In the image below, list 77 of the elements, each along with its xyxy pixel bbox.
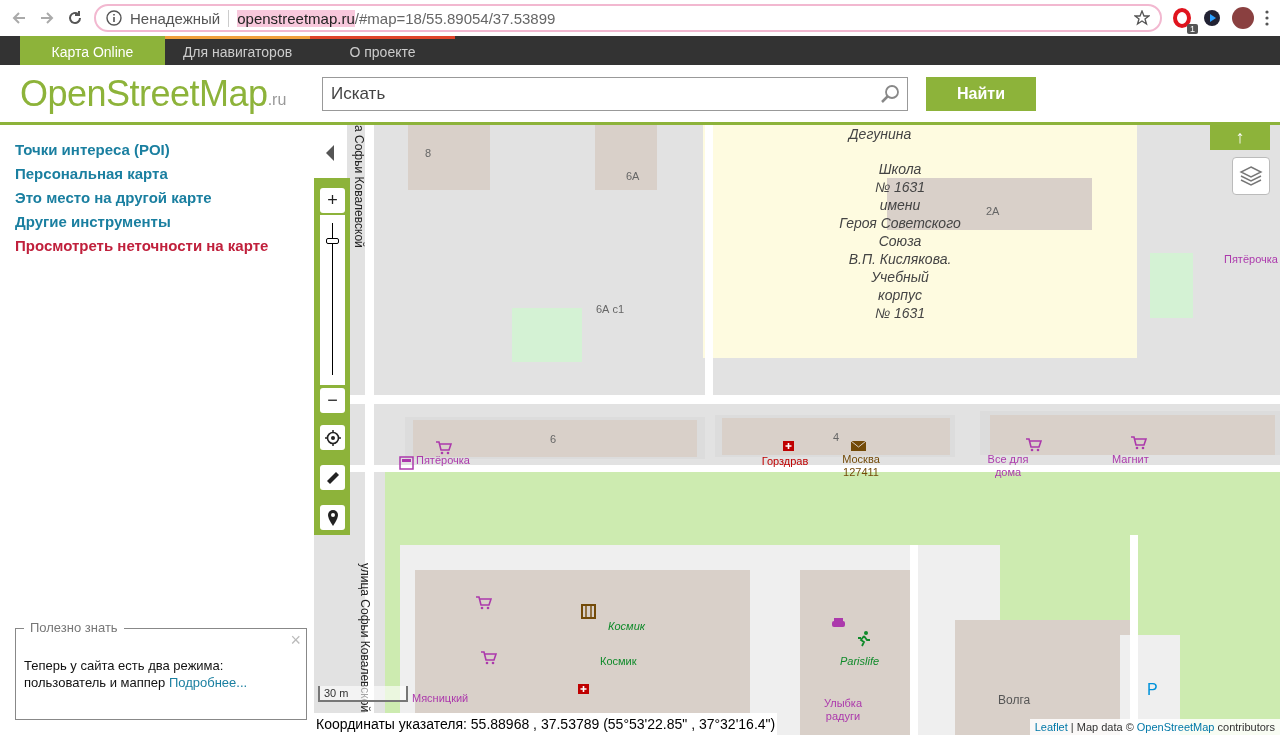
map-label: Волга bbox=[998, 694, 1031, 707]
north-button[interactable]: ↑ bbox=[1210, 125, 1270, 150]
map-label: Москва 127411 bbox=[841, 453, 881, 479]
url-text: openstreetmap.ru/#map=18/55.89054/37.53899 bbox=[237, 9, 556, 27]
shopping-cart-icon[interactable] bbox=[475, 595, 492, 612]
locate-button[interactable] bbox=[320, 425, 345, 450]
map-label: Горздрав bbox=[760, 455, 810, 468]
newspaper-icon[interactable] bbox=[398, 455, 415, 472]
layers-icon bbox=[1239, 165, 1263, 187]
shopping-cart-icon[interactable] bbox=[435, 440, 452, 457]
street-label: улица Софьи Ковалевской bbox=[358, 563, 371, 713]
more-link[interactable]: Подробнее... bbox=[168, 675, 248, 690]
marker-button[interactable] bbox=[320, 505, 345, 530]
house-number: 6А с1 bbox=[596, 303, 625, 316]
zoom-slider-thumb[interactable] bbox=[326, 237, 339, 244]
zoom-slider[interactable] bbox=[320, 215, 345, 385]
map-label: Все для дома bbox=[986, 453, 1030, 479]
sidebar-link[interactable]: Персональная карта bbox=[15, 165, 299, 182]
sidebar-link[interactable]: Просмотреть неточности на карте bbox=[15, 237, 299, 254]
shopping-cart-icon[interactable] bbox=[1025, 437, 1042, 454]
extension-icon[interactable] bbox=[1172, 8, 1192, 28]
house-number: 6А bbox=[626, 170, 640, 183]
sidebar-link[interactable]: Другие инструменты bbox=[15, 213, 299, 230]
pin-icon bbox=[326, 509, 339, 526]
street-label: а Софьи Ковалевской bbox=[352, 125, 365, 248]
crosshair-icon bbox=[324, 429, 341, 446]
info-icon[interactable] bbox=[106, 10, 122, 26]
map-label: Школа № 1631 имени Героя Советского Союза В.П. Кислякова. Учебный корпус № 1631 bbox=[838, 160, 962, 322]
reload-icon[interactable] bbox=[66, 9, 84, 27]
sidebar-link[interactable]: Это место на другой карте bbox=[15, 189, 299, 206]
pointer-coordinates: Координаты указателя: 55.88968 , 37.53789 (55°53'22.85" , 37°32'16.4") bbox=[314, 713, 778, 735]
nav-tab[interactable]: О проекте bbox=[310, 36, 455, 65]
building bbox=[595, 125, 657, 190]
sidebar-link[interactable]: Точки интереса (POI) bbox=[15, 141, 299, 158]
tip-text: Теперь у сайта есть два режима: пользователь и маппер Подробнее... bbox=[24, 657, 249, 691]
map-label: Магнит bbox=[1112, 453, 1149, 466]
search-field[interactable]: Искать bbox=[322, 76, 908, 111]
zoom-out-button[interactable]: − bbox=[320, 388, 345, 413]
map-label: Пятёрочка bbox=[1224, 253, 1278, 266]
logo-suffix: .ru bbox=[267, 90, 287, 109]
map-label: Пятёрочка bbox=[416, 454, 470, 467]
avatar[interactable] bbox=[1232, 7, 1254, 29]
nav-tab[interactable]: Для навигаторов bbox=[165, 36, 310, 65]
measure-button[interactable] bbox=[320, 465, 345, 490]
map-label: Дегунина bbox=[846, 125, 913, 143]
search-button[interactable]: Найти bbox=[926, 76, 1036, 111]
layers-button[interactable] bbox=[1232, 157, 1270, 195]
house-number: 8 bbox=[425, 147, 432, 160]
search-icon[interactable] bbox=[880, 83, 900, 104]
attribution: Leaflet | Map data © OpenStreetMap contributors bbox=[1029, 719, 1280, 735]
leaflet-link[interactable]: Leaflet bbox=[1034, 721, 1068, 733]
running-person-icon[interactable] bbox=[855, 630, 872, 647]
logo-text[interactable]: OpenStreetMap bbox=[20, 72, 268, 115]
ruler-icon bbox=[325, 470, 340, 485]
collapse-icon[interactable] bbox=[326, 145, 334, 161]
extension-badge: 1 bbox=[1187, 24, 1198, 34]
house-number: 6 bbox=[550, 433, 557, 446]
map-label: Космик bbox=[600, 655, 637, 668]
map-label: Улыбка радуги bbox=[822, 697, 864, 723]
menu-icon[interactable] bbox=[1264, 9, 1270, 27]
osm-link[interactable]: OpenStreetMap bbox=[1136, 721, 1215, 733]
map-label: Космик bbox=[608, 620, 645, 633]
house-number: 2А bbox=[986, 205, 1000, 218]
security-label: Ненадежный bbox=[130, 9, 230, 27]
house-number: 4 bbox=[833, 431, 840, 444]
map-label: Мясницкий bbox=[412, 692, 469, 705]
nav-tab[interactable]: Карта Online bbox=[20, 36, 165, 65]
zoom-in-button[interactable]: + bbox=[320, 188, 345, 213]
tip-title: Полезно знать bbox=[24, 620, 124, 635]
star-icon[interactable] bbox=[1134, 10, 1150, 26]
shopping-cart-icon[interactable] bbox=[1130, 435, 1147, 452]
film-icon[interactable] bbox=[580, 603, 597, 620]
map-label: Parislife bbox=[840, 655, 880, 668]
address-bar[interactable]: Ненадежный openstreetmap.ru/#map=18/55.89054/37.53899 bbox=[94, 4, 1162, 32]
map-label: P bbox=[1147, 683, 1158, 696]
extension-icon[interactable] bbox=[1202, 8, 1222, 28]
shopping-cart-icon[interactable] bbox=[480, 650, 497, 667]
